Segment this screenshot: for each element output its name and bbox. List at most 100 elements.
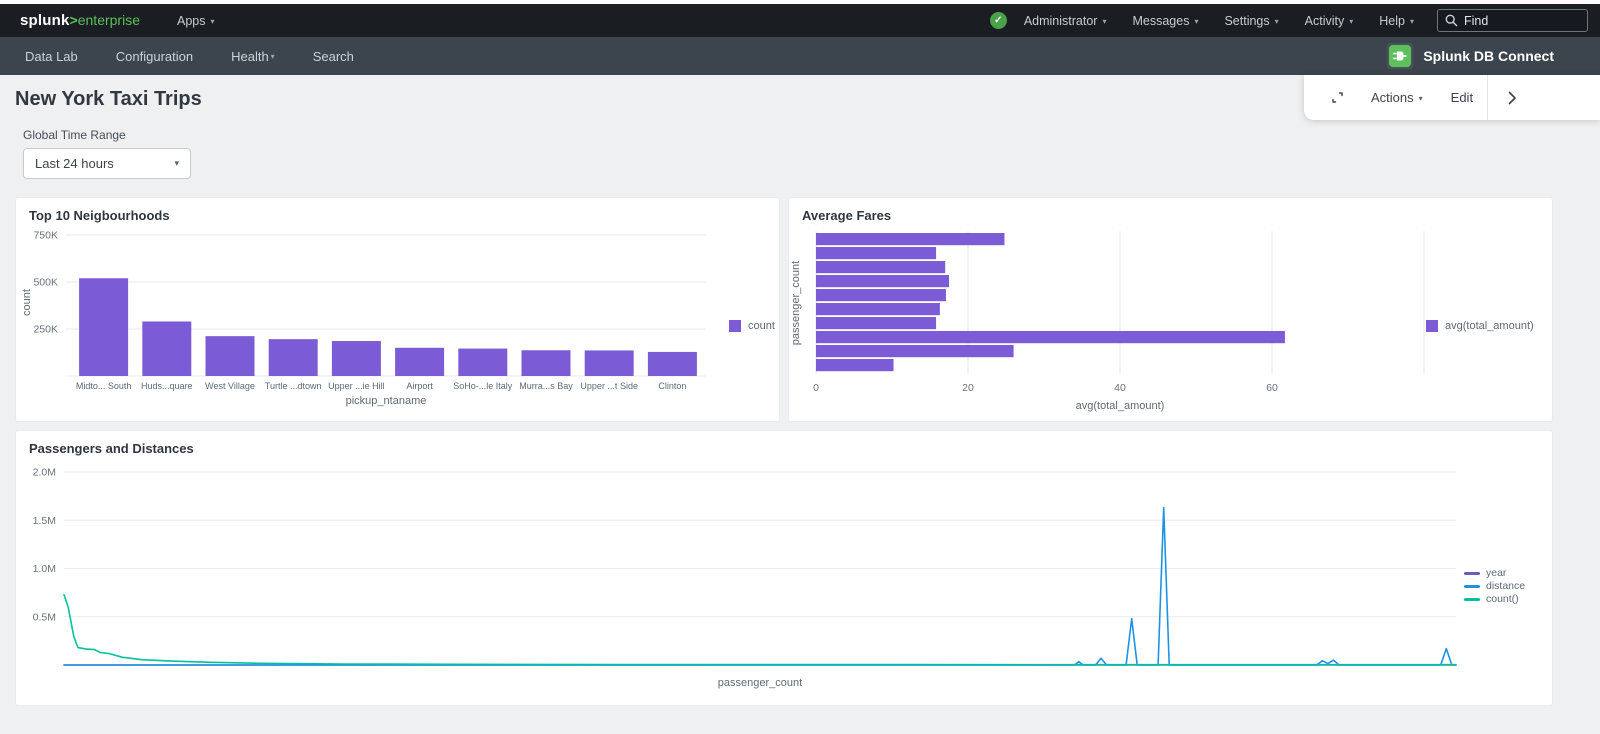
legend-swatch — [1426, 320, 1438, 332]
nav-health-label: Health — [231, 49, 269, 64]
app-branding[interactable]: Splunk DB Connect — [1387, 43, 1594, 69]
legend-item-year: year — [1464, 567, 1506, 579]
svg-text:passenger_count: passenger_count — [790, 261, 802, 345]
svg-text:count: count — [21, 289, 33, 316]
user-menu[interactable]: Administrator ▾ — [1011, 4, 1120, 37]
help-menu-label: Help — [1379, 14, 1405, 28]
chart-title: Average Fares — [789, 198, 1552, 223]
edit-button-label: Edit — [1451, 90, 1473, 105]
caret-down-icon: ▾ — [1194, 18, 1198, 26]
logo-splunk-text: splunk — [20, 12, 70, 29]
svg-text:20: 20 — [962, 382, 974, 394]
messages-menu-label: Messages — [1132, 14, 1189, 28]
caret-down-icon: ▾ — [1102, 18, 1106, 26]
svg-text:1.5M: 1.5M — [33, 515, 56, 527]
caret-down-icon: ▾ — [1410, 18, 1414, 26]
app-name: Splunk DB Connect — [1423, 48, 1554, 64]
nav-item-configuration[interactable]: Configuration — [97, 37, 212, 75]
chart-title: Passengers and Distances — [16, 431, 1552, 456]
svg-text:Upper ...ie Hill: Upper ...ie Hill — [328, 381, 385, 391]
nav-configuration-label: Configuration — [116, 49, 193, 64]
caret-down-icon: ▾ — [1419, 95, 1423, 103]
actions-button[interactable]: Actions ▾ — [1357, 75, 1437, 120]
svg-text:750K: 750K — [33, 230, 58, 242]
caret-down-icon: ▾ — [271, 53, 275, 61]
legend-line-swatch — [1464, 598, 1480, 601]
legend-label: avg(total_amount) — [1445, 320, 1534, 332]
help-menu[interactable]: Help ▾ — [1366, 4, 1427, 37]
svg-text:Midto... South: Midto... South — [76, 381, 132, 391]
chart-panel-top10-neighbourhoods: Top 10 Neigbourhoods 750K 500K 250K Midto..… — [15, 197, 780, 422]
edit-button[interactable]: Edit — [1437, 75, 1487, 120]
logo-gt-text: > — [70, 12, 78, 28]
caret-down-icon: ▾ — [1275, 18, 1279, 26]
chart-panel-passengers-distances: Passengers and Distances 2.0M 1.5M 1.0M 0.5… — [15, 430, 1553, 706]
svg-text:SoHo-...le Italy: SoHo-...le Italy — [453, 381, 513, 391]
chart-legend: count — [729, 320, 775, 332]
messages-menu[interactable]: Messages ▾ — [1119, 4, 1211, 37]
nav-item-health[interactable]: Health ▾ — [212, 37, 294, 75]
svg-text:60: 60 — [1266, 382, 1278, 394]
nav-item-search[interactable]: Search — [294, 37, 373, 75]
legend-line-swatch — [1464, 572, 1480, 575]
legend-label: year — [1486, 567, 1506, 579]
apps-menu[interactable]: Apps ▾ — [164, 4, 228, 37]
chart-title: Top 10 Neigbourhoods — [16, 198, 779, 223]
legend-item-count: count() — [1464, 593, 1519, 605]
legend-line-swatch — [1464, 585, 1480, 588]
svg-text:West Village: West Village — [205, 381, 255, 391]
average-fares-hbar-chart[interactable]: 0204060avg(total_amount)passenger_count — [789, 223, 1552, 415]
db-connect-plug-icon — [1389, 45, 1411, 67]
nav-item-data-lab[interactable]: Data Lab — [6, 37, 97, 75]
legend-label: count() — [1486, 593, 1519, 605]
chevron-right-icon — [1508, 91, 1517, 105]
search-icon — [1445, 14, 1458, 27]
legend-label: distance — [1486, 580, 1525, 592]
db-connect-icon-frame — [1387, 43, 1413, 69]
svg-text:Airport: Airport — [406, 381, 433, 391]
expand-panel-chevron-button[interactable] — [1488, 75, 1537, 120]
find-search-box[interactable] — [1437, 9, 1588, 32]
svg-text:Huds...quare: Huds...quare — [141, 381, 193, 391]
app-navbar: Data Lab Configuration Health ▾ Search S… — [0, 37, 1600, 75]
splunk-topbar: splunk>enterprise Apps ▾ ✓ Administrator… — [0, 4, 1600, 37]
caret-down-icon: ▾ — [211, 18, 215, 26]
svg-text:500K: 500K — [33, 277, 58, 289]
svg-text:Upper ...t Side: Upper ...t Side — [580, 381, 638, 391]
passengers-distances-line-chart[interactable]: 2.0M 1.5M 1.0M 0.5M passenger_count — [16, 456, 1552, 694]
settings-menu[interactable]: Settings ▾ — [1211, 4, 1291, 37]
dashboard-body: New York Taxi Trips Global Time Range La… — [0, 88, 1600, 706]
chart-legend: year distance count() — [1464, 567, 1525, 605]
activity-menu-label: Activity — [1305, 14, 1345, 28]
user-menu-label: Administrator — [1024, 14, 1098, 28]
find-input[interactable] — [1464, 14, 1576, 28]
dashboard-action-bar: Actions ▾ Edit — [1304, 75, 1600, 120]
time-range-dropdown[interactable]: Last 24 hours ▾ — [23, 148, 191, 179]
chart-panel-average-fares: Average Fares 0204060avg(total_amount)pa… — [788, 197, 1553, 422]
svg-text:Murra...s Bay: Murra...s Bay — [519, 381, 573, 391]
charts-row: Top 10 Neigbourhoods 750K 500K 250K Midto..… — [15, 197, 1585, 422]
svg-text:0.5M: 0.5M — [33, 611, 56, 623]
logo-enterprise-text: enterprise — [78, 12, 140, 28]
caret-down-icon: ▾ — [174, 158, 179, 169]
nav-search-label: Search — [313, 49, 354, 64]
svg-text:1.0M: 1.0M — [33, 563, 56, 575]
settings-menu-label: Settings — [1224, 14, 1269, 28]
svg-text:40: 40 — [1114, 382, 1126, 394]
caret-down-icon: ▾ — [1349, 18, 1353, 26]
chart-legend: avg(total_amount) — [1426, 320, 1534, 332]
svg-text:2.0M: 2.0M — [33, 467, 56, 479]
time-range-value: Last 24 hours — [35, 156, 114, 171]
health-status-icon[interactable]: ✓ — [990, 12, 1007, 29]
fullscreen-button[interactable] — [1304, 75, 1357, 120]
legend-label: count — [748, 320, 775, 332]
svg-text:Clinton: Clinton — [658, 381, 686, 391]
svg-text:Turtle ...dtown: Turtle ...dtown — [265, 381, 322, 391]
activity-menu[interactable]: Activity ▾ — [1292, 4, 1367, 37]
apps-menu-label: Apps — [177, 14, 206, 28]
svg-text:passenger_count: passenger_count — [718, 677, 802, 689]
svg-text:250K: 250K — [33, 324, 58, 336]
splunk-logo[interactable]: splunk>enterprise — [20, 12, 140, 29]
top10-neighbourhoods-bar-chart[interactable]: 750K 500K 250K Midto... South Huds...quare We… — [16, 223, 779, 415]
legend-swatch — [729, 320, 741, 332]
